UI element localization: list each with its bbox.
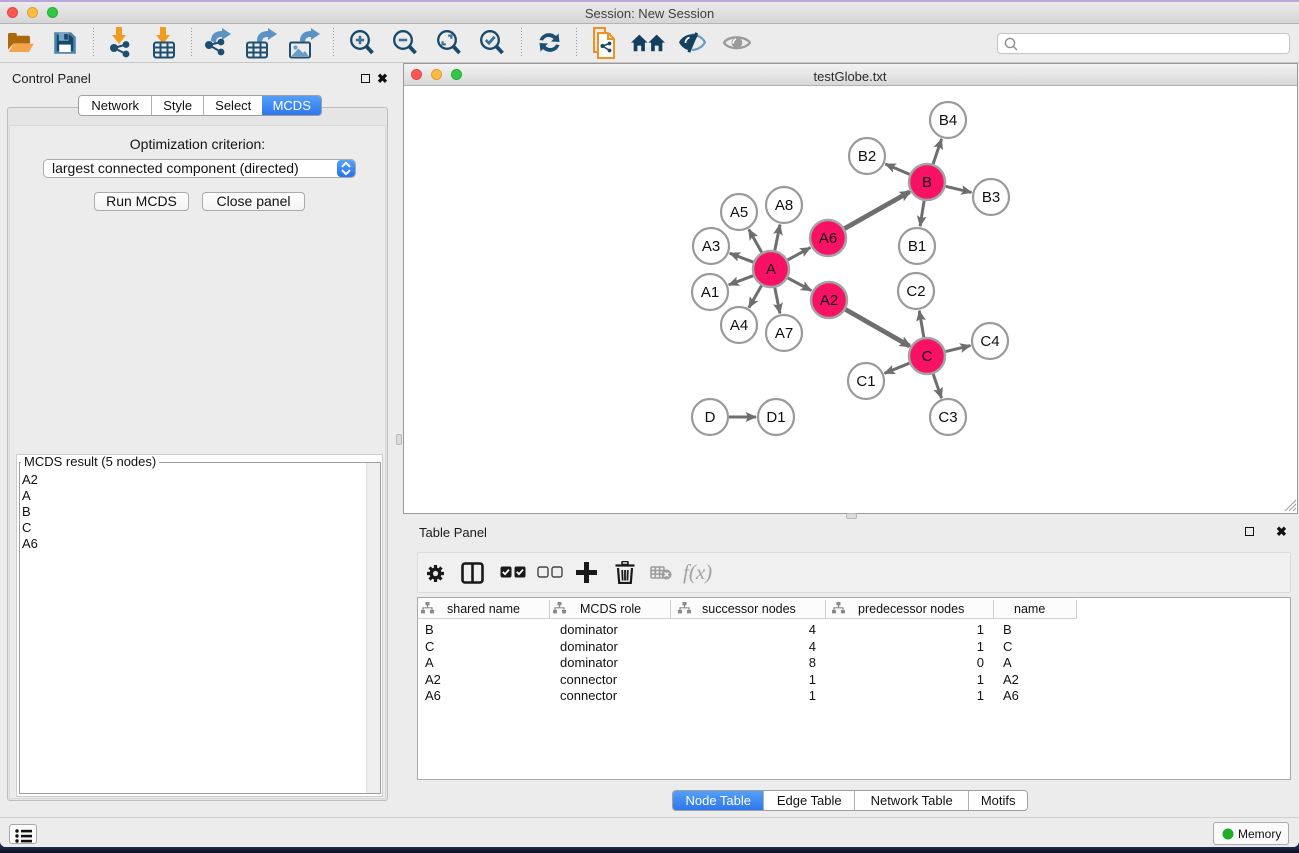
svg-text:A5: A5 [730,204,748,221]
svg-text:B3: B3 [982,189,1000,206]
svg-text:C1: C1 [856,373,875,390]
svg-text:C: C [922,348,933,365]
svg-text:B2: B2 [858,148,876,165]
svg-text:D: D [705,409,716,426]
svg-text:A6: A6 [819,230,837,247]
svg-text:A4: A4 [730,317,748,334]
svg-text:A1: A1 [701,284,719,301]
svg-text:A2: A2 [820,292,838,309]
svg-text:C4: C4 [980,333,999,350]
svg-text:D1: D1 [766,409,785,426]
svg-text:A3: A3 [702,238,720,255]
svg-text:C3: C3 [938,409,957,426]
svg-text:B1: B1 [908,238,926,255]
svg-text:C2: C2 [906,283,925,300]
svg-text:A8: A8 [775,197,793,214]
svg-text:B: B [922,174,932,191]
svg-text:A: A [766,261,776,278]
svg-text:B4: B4 [939,112,957,129]
svg-text:A7: A7 [775,325,793,342]
